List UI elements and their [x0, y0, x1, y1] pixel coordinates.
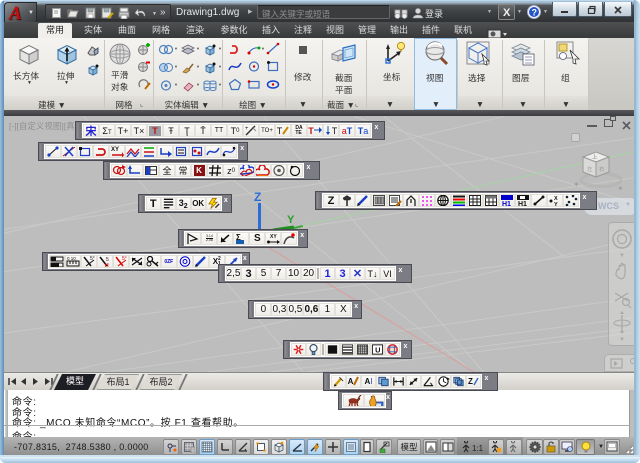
- svg-text:5°: 5°: [90, 256, 95, 262]
- svg-text:1:1: 1:1: [472, 444, 484, 453]
- svg-text:5°: 5°: [122, 256, 127, 262]
- svg-text:H1: H1: [518, 201, 527, 207]
- svg-text:U: U: [375, 346, 380, 355]
- svg-text:Y: Y: [554, 202, 558, 207]
- svg-text:0 10: 0 10: [67, 256, 76, 261]
- svg-text:?: ?: [532, 8, 538, 18]
- svg-text:XY: XY: [111, 147, 119, 153]
- svg-text:H: H: [105, 263, 109, 268]
- svg-text:H1: H1: [502, 201, 511, 207]
- svg-text:+: +: [245, 126, 249, 132]
- svg-text:XY: XY: [270, 234, 277, 240]
